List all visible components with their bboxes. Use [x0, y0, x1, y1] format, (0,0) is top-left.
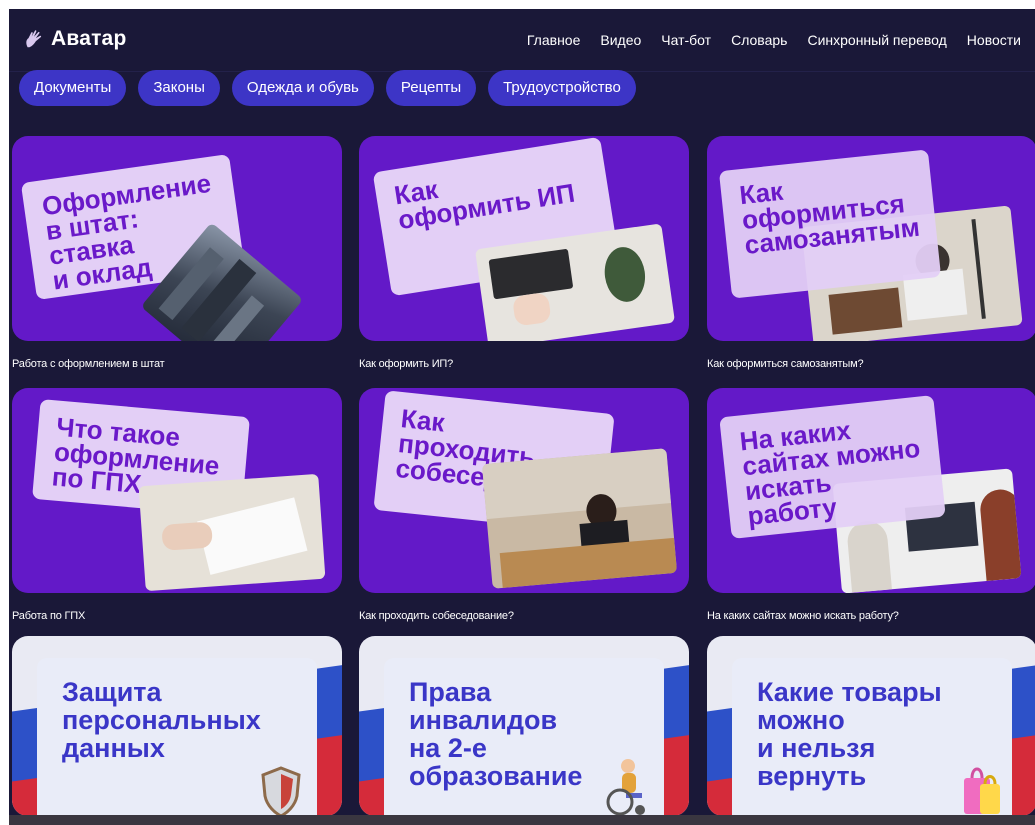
signing-photo	[138, 473, 326, 592]
card-thumbnail: На каких сайтах можно искать работу	[707, 388, 1035, 593]
card-panel: Защита персональных данных	[37, 658, 317, 816]
nav-item-dictionary[interactable]: Словарь	[731, 32, 787, 48]
nav-item-chatbot[interactable]: Чат-бот	[661, 32, 711, 48]
article-card[interactable]: Защита персональных данных	[12, 636, 342, 816]
logo[interactable]: Аватар	[23, 27, 126, 51]
card-title: Как оформиться самозанятым	[737, 175, 922, 260]
card-caption: Работа по ГПХ	[12, 610, 86, 622]
app-frame: Аватар Главное Видео Чат-бот Словарь Син…	[9, 9, 1035, 825]
card-thumbnail: Какие товары можно и нельзя вернуть	[707, 636, 1035, 816]
card-thumbnail: Права инвалидов на 2-е образование	[359, 636, 689, 816]
article-card[interactable]: На каких сайтах можно искать работу На к…	[707, 388, 1035, 622]
card-title: На каких сайтах можно искать работу	[738, 414, 922, 532]
wheelchair-icon	[606, 759, 645, 816]
nav-item-video[interactable]: Видео	[600, 32, 641, 48]
card-thumbnail: Как оформить ИП	[359, 136, 689, 341]
card-title: Защита персональных данных	[62, 677, 261, 763]
top-navigation-bar: Аватар Главное Видео Чат-бот Словарь Син…	[9, 9, 1035, 72]
article-card[interactable]: Как оформить ИП Как оформить ИП?	[359, 136, 689, 370]
card-caption: Как оформиться самозанятым?	[707, 358, 864, 370]
nav-item-sync-translation[interactable]: Синхронный перевод	[807, 32, 946, 48]
card-panel: Какие товары можно и нельзя вернуть	[732, 658, 1012, 816]
card-thumbnail: Как оформиться самозанятым	[707, 136, 1035, 341]
card-title: Как оформить ИП	[392, 173, 577, 236]
shield-icon	[261, 766, 301, 816]
article-card[interactable]: Оформление в штат: ставка и оклад Работа…	[12, 136, 342, 370]
shopping-bag-icon	[964, 767, 1000, 814]
article-card[interactable]: Как проходить собеседование Как проходит…	[359, 388, 689, 622]
card-caption: Работа с оформлением в штат	[12, 358, 165, 370]
nav-item-news[interactable]: Новости	[967, 32, 1021, 48]
card-caption: Как оформить ИП?	[359, 358, 454, 370]
article-card[interactable]: Права инвалидов на 2-е образование	[359, 636, 689, 816]
nav-item-main[interactable]: Главное	[527, 32, 581, 48]
chip-laws[interactable]: Законы	[138, 70, 220, 106]
card-thumbnail: Оформление в штат: ставка и оклад	[12, 136, 342, 341]
card-title: Какие товары можно и нельзя вернуть	[757, 677, 942, 791]
main-nav: Главное Видео Чат-бот Словарь Синхронный…	[527, 32, 1021, 48]
article-card[interactable]: Как оформиться самозанятым Как оформитьс…	[707, 136, 1035, 370]
card-paper: На каких сайтах можно искать работу	[719, 395, 946, 539]
logo-text: Аватар	[51, 27, 127, 50]
taskbar-strip	[9, 815, 1035, 825]
card-paper: Как оформиться самозанятым	[718, 149, 942, 299]
card-thumbnail: Что такое оформление по ГПХ	[12, 388, 342, 593]
hand-icon	[26, 30, 42, 48]
chip-clothing[interactable]: Одежда и обувь	[231, 70, 374, 106]
article-card[interactable]: Что такое оформление по ГПХ Работа по ГП…	[12, 388, 342, 622]
chip-documents[interactable]: Документы	[19, 70, 127, 106]
chip-employment[interactable]: Трудоустройство	[488, 70, 636, 106]
article-card[interactable]: Какие товары можно и нельзя вернуть	[707, 636, 1035, 816]
chip-recipes[interactable]: Рецепты	[385, 70, 477, 106]
card-panel: Права инвалидов на 2-е образование	[384, 658, 664, 816]
card-title: Права инвалидов на 2-е образование	[409, 677, 583, 791]
card-caption: Как проходить собеседование?	[359, 610, 514, 622]
category-chips: Документы Законы Одежда и обувь Рецепты …	[19, 70, 636, 106]
card-caption: На каких сайтах можно искать работу?	[707, 610, 899, 622]
card-thumbnail: Защита персональных данных	[12, 636, 342, 816]
card-thumbnail: Как проходить собеседование	[359, 388, 689, 593]
interview-photo	[481, 448, 678, 589]
